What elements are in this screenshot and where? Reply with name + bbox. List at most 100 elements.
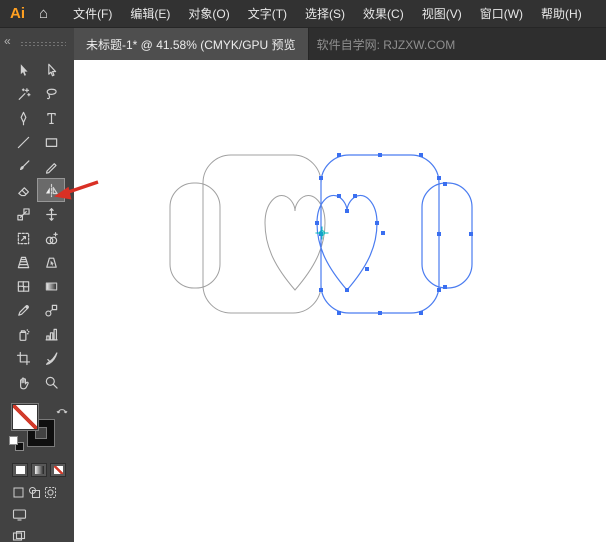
- menu-item-effect[interactable]: 效果(C): [354, 0, 413, 28]
- tools-panel: «: [0, 28, 74, 542]
- menu-item-select[interactable]: 选择(S): [296, 0, 354, 28]
- reflected-body-path[interactable]: [321, 155, 439, 313]
- default-fill-stroke-icon[interactable]: [10, 437, 23, 450]
- color-icon: [16, 466, 25, 474]
- artwork: [74, 60, 606, 542]
- mesh-icon: [16, 279, 31, 294]
- tool-selection[interactable]: [9, 58, 37, 82]
- tool-shape-builder[interactable]: [37, 226, 65, 250]
- menu-item-view[interactable]: 视图(V): [413, 0, 471, 28]
- menu-item-type[interactable]: 文字(T): [239, 0, 296, 28]
- original-handle-path[interactable]: [170, 183, 220, 288]
- tool-pen[interactable]: [9, 106, 37, 130]
- pen-icon: [16, 111, 31, 126]
- collapse-panel-icon[interactable]: «: [4, 34, 10, 48]
- tool-width[interactable]: [37, 202, 65, 226]
- tool-perspective-grid[interactable]: [9, 250, 37, 274]
- tool-line-segment[interactable]: [9, 130, 37, 154]
- document-tab-title: 未标题-1* @ 41.58% (CMYK/GPU 预览: [86, 36, 296, 53]
- tool-reflect[interactable]: [37, 178, 65, 202]
- none-icon: [54, 466, 63, 474]
- menu-item-file[interactable]: 文件(F): [64, 0, 121, 28]
- menu-item-window[interactable]: 窗口(W): [471, 0, 532, 28]
- tool-shaper[interactable]: [37, 154, 65, 178]
- paintbrush-icon: [16, 159, 31, 174]
- column-graph-icon: [44, 327, 59, 342]
- menu-item-edit[interactable]: 编辑(E): [121, 0, 179, 28]
- tool-mesh[interactable]: [9, 274, 37, 298]
- tools-panel-header: «: [0, 28, 74, 58]
- fill-swatch-none[interactable]: [12, 404, 38, 430]
- swap-fill-stroke-icon[interactable]: [56, 405, 68, 415]
- draw-behind-button[interactable]: [28, 486, 41, 499]
- home-icon[interactable]: ⌂: [33, 5, 64, 22]
- tool-perspective-selection[interactable]: [37, 250, 65, 274]
- tool-blend[interactable]: [37, 298, 65, 322]
- tab-bar: 未标题-1* @ 41.58% (CMYK/GPU 预览 软件自学网: RJZX…: [74, 28, 606, 60]
- draw-normal-button[interactable]: [12, 486, 25, 499]
- selection-icon: [16, 63, 31, 78]
- fill-stroke-controls: [12, 404, 60, 454]
- tool-magic-wand[interactable]: [9, 82, 37, 106]
- tool-artboard[interactable]: [9, 346, 37, 370]
- panels-row: [12, 530, 74, 542]
- gradient-swatch-icon: [35, 466, 44, 474]
- change-screen-mode-icon[interactable]: [12, 530, 26, 542]
- draw-inside-button[interactable]: [44, 486, 57, 499]
- artboard-icon: [16, 351, 31, 366]
- zoom-icon: [44, 375, 59, 390]
- width-icon: [44, 207, 59, 222]
- tool-hand[interactable]: [9, 370, 37, 394]
- tool-rectangle[interactable]: [37, 130, 65, 154]
- reflected-handle-path[interactable]: [422, 183, 472, 288]
- perspective-grid-icon: [16, 255, 31, 270]
- reflected-shape-selected: [317, 155, 472, 313]
- free-transform-icon: [16, 231, 31, 246]
- illustrator-window: Ai ⌂ 文件(F) 编辑(E) 对象(O) 文字(T) 选择(S) 效果(C)…: [0, 0, 606, 542]
- anchor-points[interactable]: [315, 153, 473, 315]
- original-shape: [170, 155, 325, 313]
- tool-direct-selection[interactable]: [37, 58, 65, 82]
- tool-gradient[interactable]: [37, 274, 65, 298]
- type-icon: [44, 111, 59, 126]
- screen-mode-button[interactable]: [12, 508, 27, 521]
- tool-scale[interactable]: [9, 202, 37, 226]
- magic-wand-icon: [16, 87, 31, 102]
- tool-grid: [0, 58, 74, 394]
- line-segment-icon: [16, 135, 31, 150]
- hand-icon: [16, 375, 31, 390]
- tool-slice[interactable]: [37, 346, 65, 370]
- shaper-icon: [44, 159, 59, 174]
- blend-icon: [44, 303, 59, 318]
- tool-symbol-sprayer[interactable]: [9, 322, 37, 346]
- original-body-path[interactable]: [203, 155, 321, 313]
- tool-zoom[interactable]: [37, 370, 65, 394]
- rectangle-icon: [44, 135, 59, 150]
- shape-builder-icon: [44, 231, 59, 246]
- tool-eraser[interactable]: [9, 178, 37, 202]
- menubar: Ai ⌂ 文件(F) 编辑(E) 对象(O) 文字(T) 选择(S) 效果(C)…: [0, 0, 606, 28]
- slice-icon: [44, 351, 59, 366]
- canvas[interactable]: [74, 60, 606, 542]
- gradient-icon: [44, 279, 59, 294]
- original-heart-path[interactable]: [265, 195, 325, 290]
- app-logo: Ai: [0, 5, 33, 22]
- screen-mode-row: [12, 508, 74, 521]
- none-button[interactable]: [50, 463, 66, 477]
- scale-icon: [16, 207, 31, 222]
- color-button[interactable]: [12, 463, 28, 477]
- document-tab[interactable]: 未标题-1* @ 41.58% (CMYK/GPU 预览: [74, 28, 309, 60]
- gradient-button[interactable]: [31, 463, 47, 477]
- menu-item-object[interactable]: 对象(O): [179, 0, 238, 28]
- panel-grip[interactable]: [20, 41, 66, 48]
- main-area: 未标题-1* @ 41.58% (CMYK/GPU 预览 软件自学网: RJZX…: [74, 28, 606, 542]
- tool-column-graph[interactable]: [37, 322, 65, 346]
- watermark-text: 软件自学网: RJZXW.COM: [317, 36, 456, 53]
- menu-item-help[interactable]: 帮助(H): [532, 0, 591, 28]
- eyedropper-icon: [16, 303, 31, 318]
- tool-paintbrush[interactable]: [9, 154, 37, 178]
- tool-lasso[interactable]: [37, 82, 65, 106]
- tool-type[interactable]: [37, 106, 65, 130]
- tool-free-transform[interactable]: [9, 226, 37, 250]
- tool-eyedropper[interactable]: [9, 298, 37, 322]
